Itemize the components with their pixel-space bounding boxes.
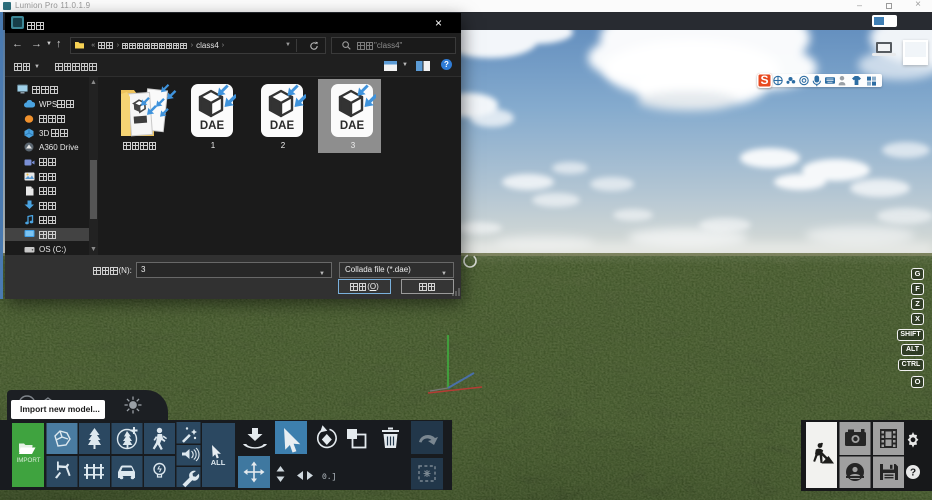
svg-text:?: ? [910, 468, 916, 479]
svg-text:ALL: ALL [211, 458, 226, 467]
svg-text:IMPORT: IMPORT [17, 457, 41, 464]
svg-text:0.]: 0.] [322, 473, 336, 482]
